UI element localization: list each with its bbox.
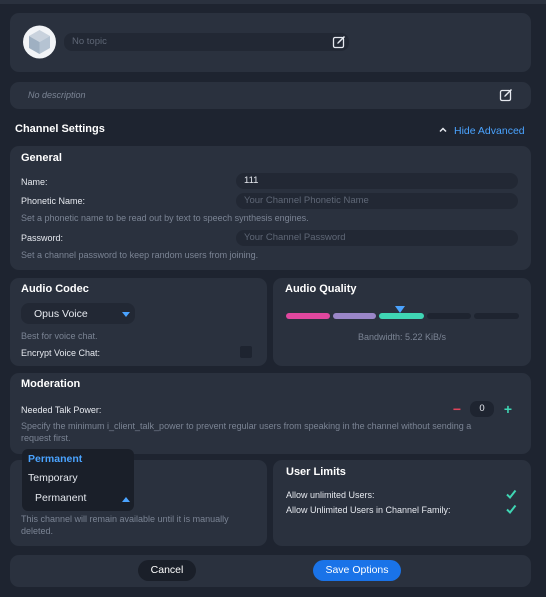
quality-segment-5 [474, 313, 519, 319]
plus-icon[interactable]: + [502, 402, 514, 416]
quality-segment-1 [286, 313, 330, 319]
codec-select[interactable]: Opus Voice [21, 303, 135, 324]
channel-icon [23, 24, 56, 60]
unlimited-users-label: Allow unlimited Users: [286, 490, 375, 500]
family-unlimited-checkbox[interactable] [505, 503, 517, 515]
audio-quality-title: Audio Quality [285, 283, 357, 295]
description-value: No description [28, 90, 86, 100]
caret-up-icon [122, 495, 130, 506]
audio-quality-card: Audio Quality Bandwidth: 5.22 KiB/s [273, 278, 531, 366]
edit-topic-icon[interactable] [332, 35, 346, 49]
moderation-card: Moderation Needed Talk Power: − 0 + Spec… [10, 373, 531, 454]
minus-icon[interactable]: − [451, 402, 463, 416]
encrypt-voice-checkbox[interactable] [240, 346, 252, 358]
channel-type-selected: Permanent [35, 492, 87, 504]
dropdown-option-permanent[interactable]: Permanent [28, 453, 82, 465]
topic-field[interactable]: No topic [64, 33, 349, 51]
top-border [0, 0, 546, 4]
channel-settings-title: Channel Settings [15, 123, 105, 135]
channel-type-hint: This channel will remain available until… [21, 514, 229, 536]
password-placeholder: Your Channel Password [244, 232, 346, 243]
save-options-button[interactable]: Save Options [313, 560, 401, 581]
audio-codec-card: Audio Codec Opus Voice Best for voice ch… [10, 278, 267, 366]
name-value: 111 [244, 175, 259, 186]
phonetic-name-hint: Set a phonetic name to be read out by te… [21, 213, 309, 223]
talk-power-hint: Specify the minimum i_client_talk_power … [21, 421, 472, 443]
channel-type-select[interactable]: Permanent [22, 488, 134, 509]
quality-segment-2 [333, 313, 376, 319]
talk-power-value: 0 [479, 403, 485, 414]
talk-power-input[interactable]: 0 [470, 401, 494, 417]
user-limits-card: User Limits Allow unlimited Users: Allow… [273, 460, 531, 546]
family-unlimited-label: Allow Unlimited Users in Channel Family: [286, 505, 451, 515]
quality-segment-4 [427, 313, 471, 319]
talk-power-label: Needed Talk Power: [21, 405, 102, 415]
quality-handle-icon [395, 306, 405, 317]
edit-description-icon[interactable] [499, 88, 513, 102]
dropdown-option-temporary[interactable]: Temporary [28, 472, 78, 484]
channel-type-dropdown[interactable]: Permanent Temporary Permanent [22, 449, 134, 511]
footer-bar: Cancel Save Options [10, 555, 531, 587]
password-label: Password: [21, 233, 64, 243]
user-limits-title: User Limits [286, 466, 346, 478]
hide-advanced-label: Hide Advanced [454, 125, 525, 137]
chevron-up-icon [438, 125, 448, 138]
phonetic-name-placeholder: Your Channel Phonetic Name [244, 195, 369, 206]
topic-value: No topic [72, 36, 107, 47]
bandwidth-text: Bandwidth: 5.22 KiB/s [357, 332, 447, 342]
codec-selected: Opus Voice [34, 308, 88, 320]
general-card: General Name: 111 Phonetic Name: Your Ch… [10, 146, 531, 270]
name-input[interactable]: 111 [236, 173, 518, 189]
general-title: General [21, 152, 62, 164]
phonetic-name-label: Phonetic Name: [21, 196, 86, 206]
codec-hint: Best for voice chat. [21, 331, 98, 341]
password-input[interactable]: Your Channel Password [236, 230, 518, 246]
phonetic-name-input[interactable]: Your Channel Phonetic Name [236, 193, 518, 209]
hide-advanced-toggle[interactable]: Hide Advanced [438, 125, 528, 139]
description-card[interactable]: No description [10, 82, 531, 109]
audio-codec-title: Audio Codec [21, 283, 89, 295]
caret-down-icon [122, 310, 130, 321]
name-label: Name: [21, 177, 48, 187]
quality-slider[interactable] [286, 306, 519, 319]
password-hint: Set a channel password to keep random us… [21, 250, 259, 260]
cancel-button[interactable]: Cancel [138, 560, 196, 581]
moderation-title: Moderation [21, 378, 81, 390]
channel-header-card: No topic [10, 13, 531, 72]
encrypt-voice-label: Encrypt Voice Chat: [21, 348, 101, 358]
unlimited-users-checkbox[interactable] [505, 488, 517, 500]
